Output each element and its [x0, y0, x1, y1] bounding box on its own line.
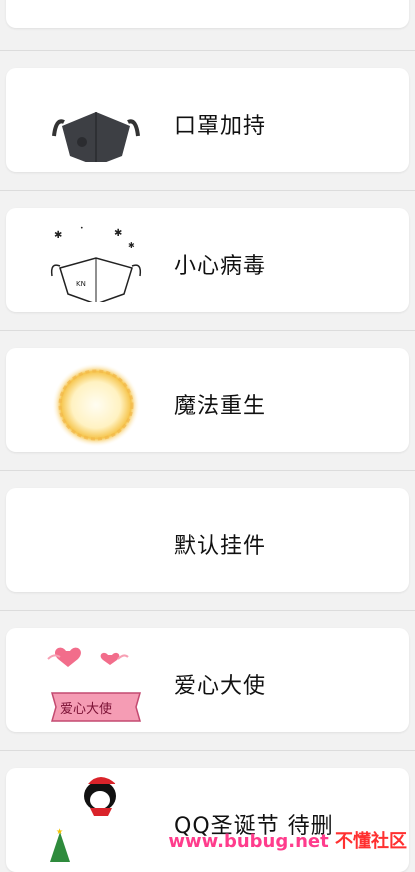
- divider: [0, 470, 415, 471]
- pendant-card-christmas[interactable]: ★ QQ圣诞节 待删: [6, 768, 409, 872]
- pendant-card-virus[interactable]: ✱ ✱ • ✱ KN 小心病毒: [6, 208, 409, 312]
- watermark-brand: 不懂社区: [335, 831, 407, 852]
- svg-text:★: ★: [56, 827, 63, 836]
- pendant-card-partial[interactable]: ♥yy: [6, 0, 409, 28]
- watermark: www.bubug.net 不懂社区: [168, 827, 407, 853]
- qq-christmas-icon: ★: [50, 777, 121, 862]
- pendant-label: 魔法重生: [174, 394, 267, 419]
- svg-text:✱: ✱: [54, 230, 62, 241]
- love-ambassador-icon: 爱心大使: [47, 647, 141, 722]
- watermark-site: www.bubug.net: [168, 831, 329, 852]
- divider: [0, 50, 415, 51]
- love-banner-text: 爱心大使: [60, 701, 112, 717]
- pendant-card-mask[interactable]: 口罩加持: [6, 68, 409, 172]
- pendant-label: 默认挂件: [174, 534, 267, 559]
- pendant-card-default[interactable]: 默认挂件: [6, 488, 409, 592]
- red-text-icon: ♥yy: [46, 0, 146, 20]
- divider: [0, 330, 415, 331]
- outline-mask-icon: ✱ ✱ • ✱ KN: [50, 225, 142, 302]
- golden-glow-ring-icon: [52, 363, 140, 447]
- divider: [0, 750, 415, 751]
- pendant-label: 小心病毒: [174, 254, 267, 279]
- pendant-card-love[interactable]: 爱心大使 爱心大使: [6, 628, 409, 732]
- pendant-card-magic[interactable]: 魔法重生: [6, 348, 409, 452]
- svg-text:•: •: [80, 225, 84, 232]
- divider: [0, 610, 415, 611]
- pendant-label: 口罩加持: [174, 114, 267, 139]
- pendant-label: 爱心大使: [174, 674, 267, 699]
- svg-text:✱: ✱: [128, 241, 135, 250]
- black-mask-icon: [52, 112, 140, 162]
- divider: [0, 190, 415, 191]
- svg-text:✱: ✱: [114, 228, 122, 239]
- svg-text:KN: KN: [76, 280, 86, 288]
- pendant-list: ♥yy 口罩加持 ✱ ✱ • ✱ KN 小心病毒: [0, 0, 415, 872]
